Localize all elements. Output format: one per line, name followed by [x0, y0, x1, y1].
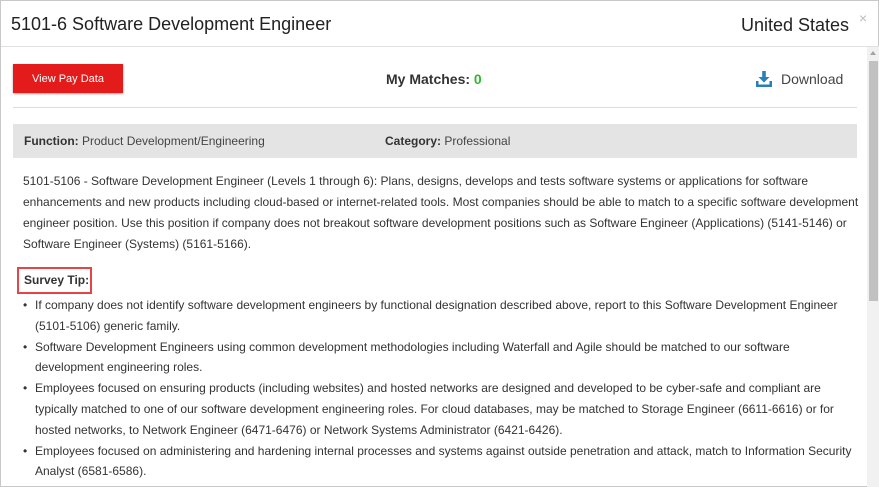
list-item: Software Development Engineers using com…: [23, 337, 853, 379]
list-item: Employees focused on ensuring products (…: [23, 378, 853, 440]
download-label: Download: [781, 71, 844, 87]
my-matches: My Matches: 0: [386, 71, 482, 87]
vertical-scrollbar[interactable]: [867, 47, 879, 487]
download-icon: [756, 71, 772, 87]
modal-header: 5101-6 Software Development Engineer Uni…: [1, 1, 879, 47]
category-field: Category: Professional: [385, 134, 510, 148]
download-button[interactable]: Download: [755, 70, 843, 88]
list-item: Employees focused on administering and h…: [23, 441, 853, 483]
category-value: Professional: [444, 134, 511, 148]
job-description: 5101-5106 - Software Development Enginee…: [23, 174, 859, 251]
modal-body: View Pay Data My Matches: 0 Download Fun…: [1, 47, 867, 487]
close-icon[interactable]: ×: [859, 11, 867, 25]
my-matches-count: 0: [473, 71, 482, 87]
job-info-bar: Function: Product Development/Engineerin…: [13, 124, 857, 158]
scroll-up-arrow-icon[interactable]: [867, 47, 879, 60]
function-value: Product Development/Engineering: [82, 134, 265, 148]
scrollbar-thumb[interactable]: [869, 61, 878, 301]
function-label: Function:: [24, 134, 79, 148]
category-label: Category:: [385, 134, 442, 148]
my-matches-label: My Matches:: [386, 71, 471, 87]
survey-tip-heading: Survey Tip:: [24, 273, 90, 287]
country-label: United States: [741, 15, 850, 35]
job-title: 5101-6 Software Development Engineer: [11, 14, 332, 34]
view-pay-data-button[interactable]: View Pay Data: [13, 64, 123, 93]
action-toolbar: View Pay Data My Matches: 0 Download: [13, 64, 857, 108]
survey-tip-list: If company does not identify software de…: [23, 295, 853, 482]
function-field: Function: Product Development/Engineerin…: [24, 134, 265, 148]
job-detail-modal: 5101-6 Software Development Engineer Uni…: [0, 0, 879, 487]
list-item: If company does not identify software de…: [23, 295, 853, 337]
